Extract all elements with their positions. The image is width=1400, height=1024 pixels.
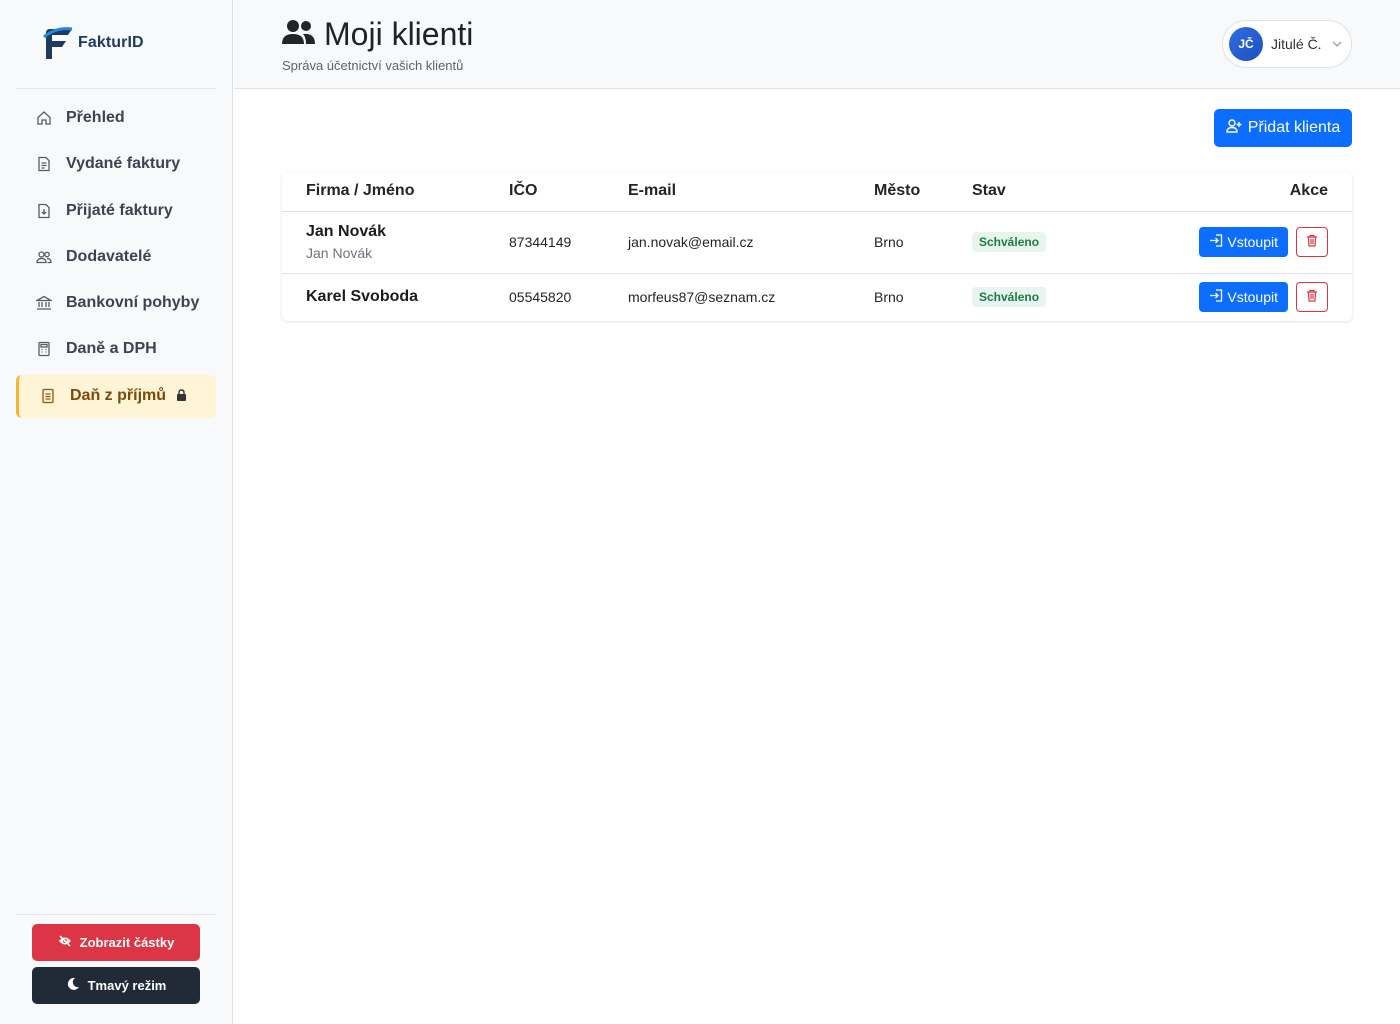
- column-header-actions: Akce: [1068, 172, 1352, 212]
- sidebar-item-label: Dodavatelé: [66, 247, 152, 265]
- document-icon: [40, 388, 56, 404]
- status-badge: Schváleno: [972, 287, 1047, 308]
- sidebar-item-label: Vydané faktury: [66, 155, 181, 173]
- sidebar-item-vydane-faktury[interactable]: Vydané faktury: [16, 143, 216, 185]
- column-header-ico: IČO: [485, 172, 604, 212]
- dark-mode-button[interactable]: Tmavý režim: [32, 967, 200, 1004]
- cell-city: Brno: [850, 211, 948, 274]
- sidebar-item-prehled[interactable]: Přehled: [16, 97, 216, 139]
- logo[interactable]: FakturID: [42, 25, 144, 61]
- cell-email: jan.novak@email.cz: [604, 211, 850, 274]
- sign-in-icon: [1209, 289, 1223, 305]
- user-plus-icon: [1226, 118, 1242, 138]
- cell-actions: Vstoupit: [1068, 273, 1352, 321]
- sidebar: FakturID Přehled Vydané faktury Přijaté …: [0, 0, 233, 1024]
- logo-text: FakturID: [78, 34, 144, 51]
- lock-icon: [176, 389, 187, 404]
- dark-mode-label: Tmavý režim: [87, 978, 167, 993]
- calculator-icon: [36, 341, 52, 357]
- sidebar-item-label: Daň z příjmů: [70, 387, 167, 405]
- column-header-status: Stav: [948, 172, 1068, 212]
- client-name: Jan Novák: [306, 223, 387, 240]
- eye-slash-icon: [58, 935, 72, 950]
- sidebar-item-dan-z-prijmu[interactable]: Daň z příjmů: [16, 374, 216, 418]
- cell-status: Schváleno: [948, 211, 1068, 274]
- table-row: Karel Svoboda 05545820 morfeus87@seznam.…: [282, 273, 1352, 321]
- add-client-button[interactable]: Přidat klienta: [1214, 109, 1352, 147]
- column-header-name: Firma / Jméno: [282, 172, 485, 212]
- home-icon: [36, 110, 52, 126]
- enter-label: Vstoupit: [1227, 234, 1278, 250]
- people-icon: [36, 249, 52, 265]
- sign-in-icon: [1209, 234, 1223, 250]
- page-header: Moji klienti Správa účetnictví vašich kl…: [234, 0, 1400, 89]
- status-badge: Schváleno: [972, 232, 1047, 252]
- cell-city: Brno: [874, 289, 904, 306]
- sidebar-item-dane-dph[interactable]: Daně a DPH: [16, 328, 216, 370]
- column-header-city: Město: [850, 172, 948, 212]
- sidebar-item-label: Přijaté faktury: [66, 201, 173, 219]
- sidebar-nav: Přehled Vydané faktury Přijaté faktury D…: [16, 97, 216, 422]
- bank-icon: [36, 295, 52, 311]
- sidebar-divider: [16, 914, 216, 915]
- sidebar-item-bankovni-pohyby[interactable]: Bankovní pohyby: [16, 282, 216, 324]
- cell-ico: 05545820: [509, 289, 572, 306]
- users-icon: [282, 19, 316, 50]
- table-row: Jan Novák Jan Novák 87344149 jan.novak@e…: [282, 211, 1352, 274]
- sidebar-item-label: Bankovní pohyby: [66, 294, 200, 312]
- sidebar-item-label: Přehled: [66, 109, 125, 126]
- table-header-row: Firma / Jméno IČO E-mail Město Stav Akce: [282, 172, 1352, 212]
- page-title: Moji klienti: [324, 16, 474, 52]
- user-name: Jitulé Č.: [1271, 36, 1322, 52]
- cell-ico: 87344149: [485, 211, 604, 274]
- cell-name: Jan Novák Jan Novák: [282, 211, 485, 274]
- file-download-icon: [36, 203, 52, 219]
- cell-status: Schváleno: [948, 273, 1068, 321]
- clients-table-card: Firma / Jméno IČO E-mail Město Stav Akce…: [282, 172, 1352, 321]
- avatar: JČ: [1229, 27, 1263, 61]
- enter-label: Vstoupit: [1227, 289, 1278, 306]
- moon-icon: [66, 977, 80, 994]
- trash-icon: [1306, 289, 1318, 305]
- row-actions: Vstoupit: [1092, 227, 1352, 257]
- cell-name: Karel Svoboda: [282, 273, 485, 321]
- cell-actions: Vstoupit: [1068, 211, 1352, 274]
- page-subtitle: Správa účetnictví vašich klientů: [282, 58, 464, 73]
- logo-mark-icon: [43, 27, 73, 59]
- chevron-down-icon: [1332, 39, 1342, 50]
- column-header-email: E-mail: [604, 172, 850, 212]
- trash-icon: [1306, 234, 1318, 250]
- show-amounts-button[interactable]: Zobrazit částky: [32, 924, 200, 961]
- client-subname: Jan Novák: [306, 245, 373, 261]
- sidebar-item-dodavatele[interactable]: Dodavatelé: [16, 236, 216, 278]
- add-client-label: Přidat klienta: [1247, 119, 1341, 136]
- sidebar-divider: [16, 88, 216, 89]
- row-actions: Vstoupit: [1092, 282, 1352, 313]
- client-name: Karel Svoboda: [306, 288, 419, 306]
- show-amounts-label: Zobrazit částky: [79, 935, 175, 950]
- delete-button[interactable]: [1296, 282, 1328, 313]
- file-icon: [36, 156, 52, 172]
- sidebar-item-prijate-faktury[interactable]: Přijaté faktury: [16, 190, 216, 232]
- enter-button[interactable]: Vstoupit: [1199, 282, 1288, 313]
- delete-button[interactable]: [1296, 227, 1328, 257]
- title-wrap: Moji klienti: [282, 16, 473, 53]
- enter-button[interactable]: Vstoupit: [1199, 227, 1288, 257]
- clients-table: Firma / Jméno IČO E-mail Město Stav Akce…: [282, 172, 1352, 321]
- cell-email: morfeus87@seznam.cz: [628, 289, 776, 306]
- sidebar-item-label: Daně a DPH: [66, 340, 157, 358]
- user-menu[interactable]: JČ Jitulé Č.: [1222, 20, 1352, 68]
